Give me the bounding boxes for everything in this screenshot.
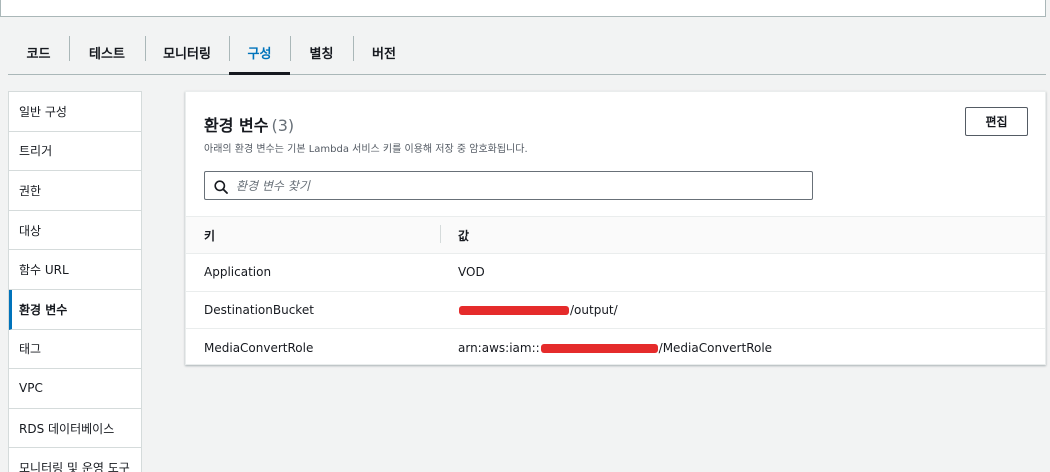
panel-title-text: 환경 변수 [204, 116, 269, 135]
sidebar-item-function-url[interactable]: 함수 URL [9, 250, 141, 290]
variable-key: MediaConvertRole [204, 340, 314, 355]
top-panel [0, 0, 1046, 17]
value-suffix: /MediaConvertRole [658, 340, 773, 355]
sidebar-item-rds-databases[interactable]: RDS 데이터베이스 [9, 409, 141, 449]
table-row: Application VOD [186, 254, 1045, 292]
environment-variables-panel: 환경 변수 (3) 아래의 환경 변수는 기본 Lambda 서비스 키를 이용해… [185, 91, 1046, 365]
variable-key: DestinationBucket [204, 302, 314, 317]
value-text: VOD [458, 265, 485, 280]
sidebar-item-tags[interactable]: 태그 [9, 330, 141, 370]
redaction-mark [459, 305, 569, 315]
sidebar-item-permissions[interactable]: 권한 [9, 171, 141, 211]
panel-title: 환경 변수 (3) [204, 112, 294, 136]
sidebar-item-environment-variables[interactable]: 환경 변수 [9, 289, 141, 330]
sidebar-item-triggers[interactable]: 트리거 [9, 132, 141, 172]
table-row: MediaConvertRole arn:aws:iam::/MediaConv… [186, 329, 1045, 367]
variable-value: arn:aws:iam::/MediaConvertRole [440, 341, 772, 355]
sidebar-item-monitoring-tools[interactable]: 모니터링 및 운영 도구 [9, 448, 141, 472]
tab-test[interactable]: 테스트 [69, 30, 145, 74]
search-box [204, 171, 813, 200]
tab-configuration[interactable]: 구성 [229, 30, 290, 75]
variable-value: /output/ [440, 303, 618, 317]
column-header-value: 값 [440, 224, 469, 244]
config-sidebar: 일반 구성 트리거 권한 대상 함수 URL 환경 변수 태그 VPC RDS … [8, 91, 142, 472]
env-table: 키 값 Application VOD DestinationBucket /o… [186, 216, 1045, 367]
sidebar-item-destinations[interactable]: 대상 [9, 211, 141, 251]
redaction-mark [540, 343, 658, 353]
search-icon [214, 179, 228, 194]
tab-code[interactable]: 코드 [8, 30, 69, 74]
tab-bar: 코드 테스트 모니터링 구성 별칭 버전 [8, 30, 1046, 75]
variable-value: VOD [440, 265, 485, 279]
panel-description: 아래의 환경 변수는 기본 Lambda 서비스 키를 이용해 저장 중 암호화… [204, 144, 528, 155]
tab-aliases[interactable]: 별칭 [290, 30, 353, 74]
sidebar-item-general[interactable]: 일반 구성 [9, 92, 141, 132]
table-row: DestinationBucket /output/ [186, 292, 1045, 329]
variable-count: (3) [271, 116, 295, 135]
edit-button[interactable]: 편집 [965, 107, 1028, 136]
tab-monitoring[interactable]: 모니터링 [145, 30, 229, 74]
search-input[interactable] [236, 173, 812, 198]
table-header: 키 값 [186, 216, 1045, 254]
column-header-key: 키 [204, 228, 216, 243]
value-suffix: /output/ [570, 302, 618, 317]
sidebar-item-vpc[interactable]: VPC [9, 369, 141, 409]
tab-versions[interactable]: 버전 [353, 30, 415, 74]
variable-key: Application [204, 265, 272, 280]
value-prefix: arn:aws:iam:: [458, 340, 540, 355]
